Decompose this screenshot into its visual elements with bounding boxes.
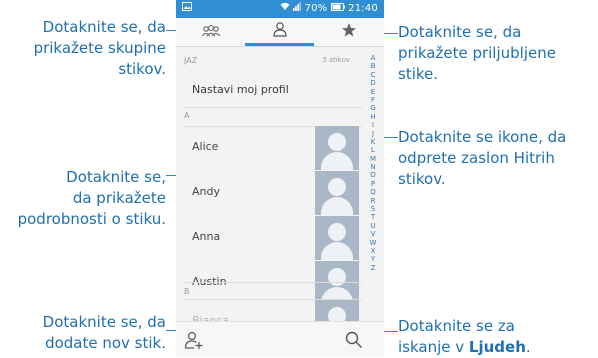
alphabet-letter[interactable]: Z [365, 264, 381, 272]
tab-groups[interactable] [176, 18, 245, 46]
alphabet-letter[interactable]: H [365, 113, 381, 121]
wifi-icon [280, 2, 293, 14]
alphabet-letter[interactable]: R [365, 197, 381, 205]
annotation-line: Dotaknite se, da [42, 18, 166, 36]
battery-icon [330, 3, 348, 14]
annotation-line: Dotaknite se, [66, 168, 166, 186]
annotation-line: Dotaknite se, da [398, 23, 522, 41]
add-contact-button[interactable] [184, 330, 204, 350]
annotation-line: Dotaknite se ikone, da [398, 128, 567, 146]
alphabet-letter[interactable]: A [365, 54, 381, 62]
annotation-line: iskanje v Ljudeh. [398, 337, 598, 358]
list-section-header: JAZ [184, 56, 198, 65]
alphabet-letter[interactable]: P [365, 180, 381, 188]
alphabet-letter[interactable]: I [365, 121, 381, 129]
section-letter-b: B [184, 287, 190, 296]
annotation-line: prikažete priljubljene [398, 44, 556, 62]
annotation-line: odprete zaslon Hitrih [398, 149, 555, 167]
annotation-groups: Dotaknite se, da prikažete skupine stiko… [0, 17, 166, 80]
alphabet-letter[interactable]: M [365, 155, 381, 163]
alphabet-letter[interactable]: T [365, 213, 381, 221]
annotation-line: prikažete skupine [33, 39, 166, 57]
annotation-details: Dotaknite se, da prikažete podrobnosti o… [0, 167, 166, 230]
alphabet-letter[interactable]: N [365, 163, 381, 171]
avatar-head [328, 268, 346, 286]
alphabet-letter[interactable]: K [365, 138, 381, 146]
contact-name: Andy [192, 185, 220, 198]
alphabet-letter[interactable]: O [365, 171, 381, 179]
groups-icon [201, 23, 221, 42]
contact-list: JAZ 5 stikov Nastavi moj profil A Alice … [176, 47, 362, 344]
annotation-add: Dotaknite se, da dodate nov stik. [0, 312, 166, 354]
contact-avatar[interactable] [315, 126, 359, 170]
status-right: 70% 21:40 [280, 0, 378, 18]
annotation-line: stike. [398, 65, 439, 83]
phone-screen: 70% 21:40 JAZ 5 stikov Nastavi moj profi… [176, 0, 384, 357]
contact-row[interactable]: Andy [176, 171, 362, 216]
alphabet-letter[interactable]: E [365, 88, 381, 96]
search-icon [344, 331, 364, 354]
tab-contacts[interactable] [245, 18, 314, 46]
signal-icon [293, 2, 304, 14]
contact-avatar[interactable] [315, 216, 359, 260]
alphabet-letter[interactable]: B [365, 62, 381, 70]
annotation-bold-text: Ljudeh [468, 338, 526, 356]
tab-bar [176, 18, 384, 47]
annotation-quick-contact: Dotaknite se ikone, da odprete zaslon Hi… [398, 127, 598, 190]
annotation-line: podrobnosti o stiku. [17, 210, 166, 228]
alphabet-letter[interactable]: Q [365, 188, 381, 196]
set-my-profile[interactable]: Nastavi moj profil [192, 83, 289, 96]
alphabet-letter[interactable]: L [365, 146, 381, 154]
alphabet-index[interactable]: ABCDEFGHIJKLMNOPQRSTUVWXYZ [365, 54, 381, 272]
alphabet-letter[interactable]: S [365, 205, 381, 213]
contact-name: Alice [192, 140, 219, 153]
alphabet-letter[interactable]: U [365, 222, 381, 230]
person-icon [272, 21, 288, 41]
annotation-text: . [525, 338, 531, 356]
image-notification-icon [182, 0, 192, 18]
annotation-search: Dotaknite se za iskanje v Ljudeh. [398, 316, 598, 358]
annotation-line: stikov. [118, 60, 166, 78]
avatar-head [328, 133, 346, 151]
annotation-line: da prikažete [72, 189, 166, 207]
section-letter-a: A [184, 111, 190, 120]
clock: 21:40 [348, 3, 378, 14]
annotation-text: iskanje v [398, 338, 469, 356]
status-bar: 70% 21:40 [176, 0, 384, 18]
avatar-head [328, 223, 346, 241]
star-icon [341, 22, 357, 42]
alphabet-letter[interactable]: W [365, 239, 381, 247]
divider [184, 282, 362, 283]
annotation-favorites: Dotaknite se, da prikažete priljubljene … [398, 22, 598, 85]
battery-text: 70% [304, 3, 328, 14]
alphabet-letter[interactable]: C [365, 71, 381, 79]
tab-favorites[interactable] [314, 18, 383, 46]
alphabet-letter[interactable]: X [365, 247, 381, 255]
alphabet-letter[interactable]: D [365, 79, 381, 87]
annotation-line: stikov. [398, 170, 446, 188]
bottom-bar [176, 321, 384, 357]
contact-avatar[interactable] [315, 171, 359, 215]
contact-count: 5 stikov [322, 56, 351, 64]
alphabet-letter[interactable]: Y [365, 255, 381, 263]
avatar-head [328, 178, 346, 196]
annotation-line: dodate nov stik. [45, 334, 166, 352]
alphabet-letter[interactable]: V [365, 230, 381, 238]
alphabet-letter[interactable]: J [365, 130, 381, 138]
search-button[interactable] [344, 330, 364, 350]
annotation-line: Dotaknite se za [398, 317, 515, 335]
avatar-body [321, 152, 353, 170]
alphabet-letter[interactable]: G [365, 104, 381, 112]
contact-row[interactable]: Anna [176, 216, 362, 261]
divider [184, 107, 362, 108]
annotation-line: Dotaknite se, da [42, 313, 166, 331]
contact-name: Anna [192, 230, 221, 243]
avatar-body [321, 197, 353, 215]
alphabet-letter[interactable]: F [365, 96, 381, 104]
avatar-body [321, 242, 353, 260]
contact-row[interactable]: Alice [176, 126, 362, 171]
add-contact-icon [184, 331, 204, 354]
